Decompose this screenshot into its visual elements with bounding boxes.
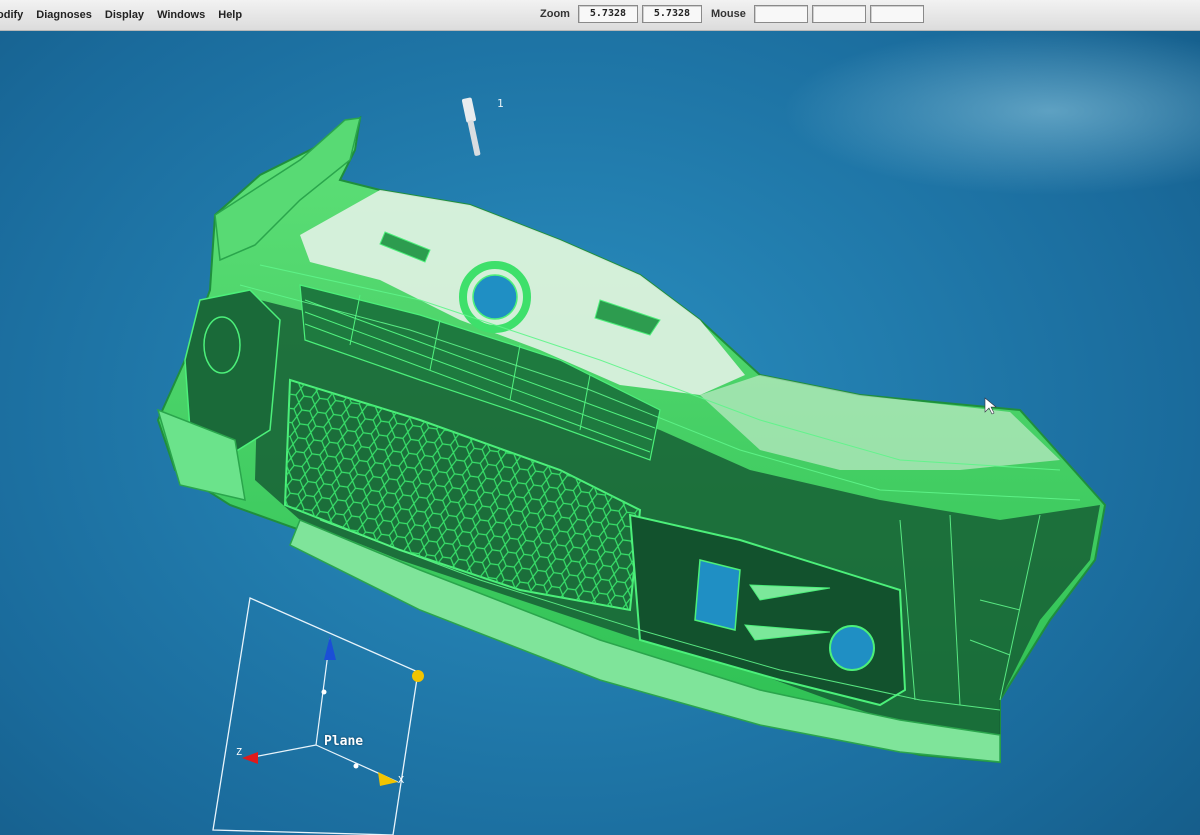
- mouse-field-y[interactable]: [811, 5, 866, 23]
- mouse-label: Mouse: [711, 8, 746, 20]
- plane-gizmo[interactable]: [212, 597, 424, 835]
- plane-label: Plane: [324, 734, 364, 749]
- menu-item-diagnoses[interactable]: Diagnoses: [36, 9, 92, 21]
- 3d-viewport[interactable]: 1 Plane Z X: [0, 31, 1200, 835]
- axis-z-label: Z: [236, 747, 243, 758]
- zoom-label: Zoom: [540, 8, 570, 20]
- menu-item-modify[interactable]: odify: [0, 9, 23, 21]
- viewport-canvas: [156, 97, 1107, 835]
- bumper-model[interactable]: [156, 115, 1107, 764]
- component-pin[interactable]: [461, 97, 481, 156]
- mouse-readout: Mouse: [711, 5, 924, 23]
- axis-x-label: X: [398, 775, 405, 786]
- menu-item-help[interactable]: Help: [218, 9, 242, 21]
- zoom-field-2[interactable]: 5.7328: [641, 5, 702, 23]
- model-id-label: 1: [497, 97, 504, 110]
- menu-bar: odify Diagnoses Display Windows Help Zoo…: [0, 0, 1200, 31]
- mouse-field-x[interactable]: [753, 5, 808, 23]
- main-menu: odify Diagnoses Display Windows Help: [0, 9, 255, 21]
- mouse-field-z[interactable]: [869, 5, 924, 23]
- menu-item-windows[interactable]: Windows: [157, 9, 205, 21]
- menu-item-display[interactable]: Display: [105, 9, 144, 21]
- zoom-readout: Zoom 5.7328 5.7328: [540, 5, 702, 23]
- zoom-field-1[interactable]: 5.7328: [577, 5, 638, 23]
